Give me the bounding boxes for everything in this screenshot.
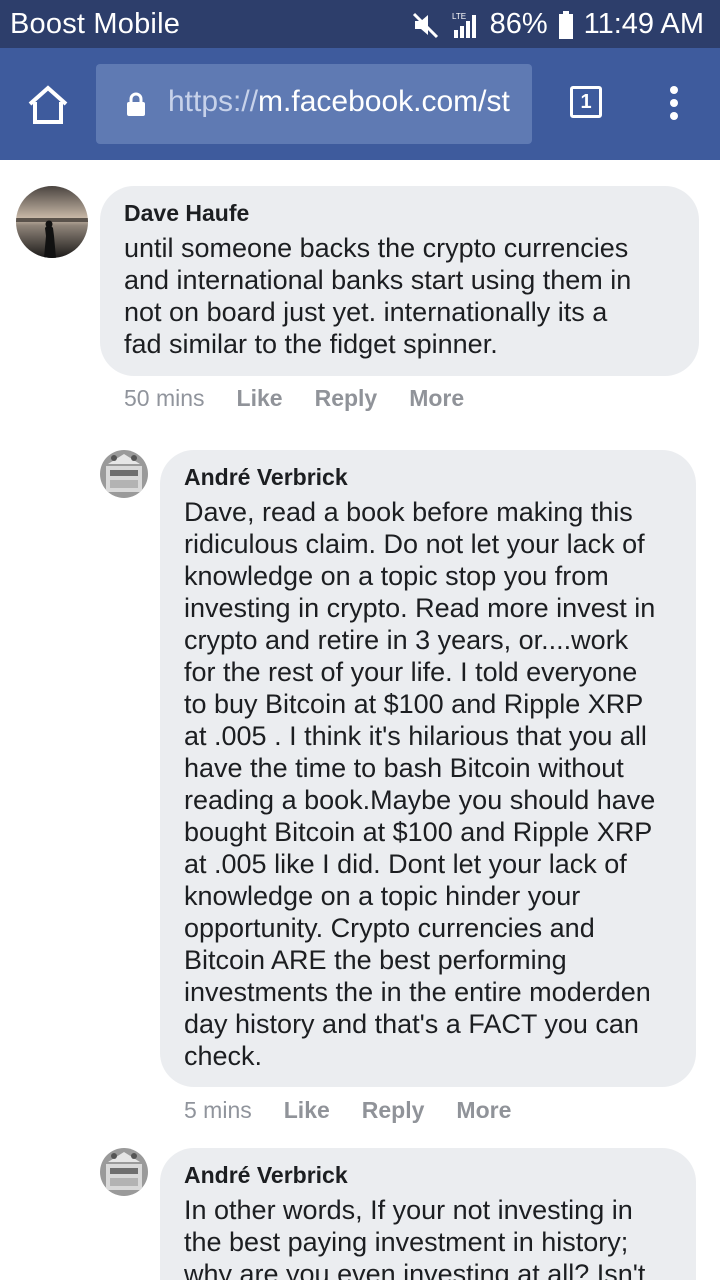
comment-line: have the time to bash Bitcoin without xyxy=(184,753,624,783)
overflow-menu-icon[interactable] xyxy=(664,86,684,122)
comment-line: opportunity. Crypto currencies and xyxy=(184,913,595,943)
comment-line: day history and that's a FACT you can xyxy=(184,1009,639,1039)
avatar[interactable] xyxy=(100,450,148,498)
comment-text: until someone backs the crypto currencie… xyxy=(124,232,631,360)
like-button[interactable]: Like xyxy=(284,1097,330,1124)
comment-line: investments the in the entire moderden xyxy=(184,977,651,1007)
comment-line: at .005 . I think it's hilarious that yo… xyxy=(184,721,647,751)
comment-author[interactable]: André Verbrick xyxy=(184,464,348,491)
comment-author[interactable]: André Verbrick xyxy=(184,1162,348,1189)
avatar[interactable] xyxy=(100,1148,148,1196)
url-scheme: https:// xyxy=(168,85,259,118)
avatar[interactable] xyxy=(16,186,88,258)
comment-line: the best paying investment in history; xyxy=(184,1227,629,1257)
status-bar: Boost Mobile LTE 86% 11:49 AM xyxy=(0,0,720,48)
comment-author[interactable]: Dave Haufe xyxy=(124,200,249,227)
lock-icon xyxy=(126,92,146,116)
comment-line: investing in crypto. Read more invest in xyxy=(184,593,656,623)
comment-line: at .005 like I did. Dont let your lack o… xyxy=(184,849,627,879)
reply-button[interactable]: Reply xyxy=(362,1097,425,1124)
comment-line: and international banks start using them… xyxy=(124,265,632,295)
comment-line: fad similar to the fidget spinner. xyxy=(124,329,498,359)
lte-badge: LTE xyxy=(452,12,466,21)
comment-text: In other words, If your not investing in… xyxy=(184,1194,645,1280)
comment-line: to buy Bitcoin at $100 and Ripple XRP xyxy=(184,689,644,719)
comment-line: knowledge on a topic stop you from xyxy=(184,561,609,591)
comment-time: 50 mins xyxy=(124,385,205,411)
comment-line: bought Bitcoin at $100 and Ripple XRP xyxy=(184,817,653,847)
url-text[interactable]: https://m.facebook.com/st xyxy=(168,85,510,119)
more-button[interactable]: More xyxy=(456,1097,511,1124)
comment-line: check. xyxy=(184,1041,263,1071)
comment-line: for the rest of your life. I told everyo… xyxy=(184,657,638,687)
like-button[interactable]: Like xyxy=(237,385,283,412)
comment-time: 5 mins xyxy=(184,1097,252,1123)
reply-button[interactable]: Reply xyxy=(315,385,378,412)
comment-meta: 5 mins Like Reply More xyxy=(184,1097,543,1124)
comment-line: why are you even investing at all? Isn't xyxy=(184,1259,646,1280)
more-button[interactable]: More xyxy=(409,385,464,412)
clock: 11:49 AM xyxy=(583,8,704,40)
comment-line: until someone backs the crypto currencie… xyxy=(124,233,629,263)
tabs-icon[interactable]: 1 xyxy=(570,86,602,118)
battery-icon xyxy=(558,10,574,39)
comment-line: knowledge on a topic hinder your xyxy=(184,881,581,911)
browser-toolbar: https://m.facebook.com/st 1 xyxy=(0,48,720,160)
comment-line: In other words, If your not investing in xyxy=(184,1195,633,1225)
comment-line: not on board just yet. internationally i… xyxy=(124,297,608,327)
address-bar[interactable]: https://m.facebook.com/st xyxy=(96,64,532,144)
battery-percent: 86% xyxy=(489,8,548,40)
carrier-name: Boost Mobile xyxy=(10,8,181,40)
mute-icon xyxy=(412,11,440,39)
comment-line: reading a book.Maybe you should have xyxy=(184,785,656,815)
comment-line: Dave, read a book before making this xyxy=(184,497,633,527)
home-icon[interactable] xyxy=(24,82,72,130)
comment-line: ridiculous claim. Do not let your lack o… xyxy=(184,529,645,559)
signal-icon: LTE xyxy=(450,10,480,40)
status-icons: LTE 86% 11:49 AM xyxy=(412,8,704,41)
comment-line: Bitcoin ARE the best performing xyxy=(184,945,567,975)
comment-text: Dave, read a book before making this rid… xyxy=(184,496,655,1072)
comment-meta: 50 mins Like Reply More xyxy=(124,385,496,412)
comment-line: crypto and retire in 3 years, or....work xyxy=(184,625,629,655)
url-host: m.facebook.com/st xyxy=(258,85,510,118)
